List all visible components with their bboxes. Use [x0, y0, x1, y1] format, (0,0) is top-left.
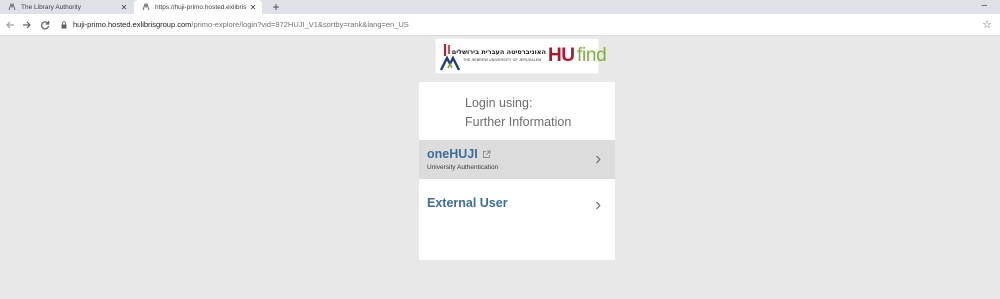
login-heading-line: Login using: — [465, 96, 533, 110]
login-heading: Login using: Further Information — [465, 94, 571, 132]
browser-tab-huji-primo[interactable]: https://huji-primo.hosted.exlibris ✕ — [134, 0, 262, 14]
browser-tab-library-authority[interactable]: The Library Authority ✕ — [0, 0, 133, 14]
lock-icon[interactable] — [60, 21, 68, 29]
login-panel: Login using: Further Information oneHUJI… — [419, 82, 615, 260]
external-link-icon — [482, 150, 491, 158]
hufind-logo: האוניברסיטה העברית בירושלים THE HEBREW U… — [435, 38, 607, 74]
url-host: huji-primo.hosted.exlibrisgroup.com — [73, 20, 192, 29]
onehuji-login-option[interactable]: oneHUJI University Authentication — [419, 140, 615, 179]
option-title: oneHUJI — [427, 147, 491, 161]
arrow-left-icon — [6, 21, 14, 29]
back-button[interactable] — [3, 14, 17, 36]
option-description: University Authentication — [427, 164, 499, 171]
site-favicon-icon — [142, 3, 150, 11]
minimize-window-button[interactable]: – — [981, 0, 987, 14]
forward-button[interactable] — [20, 14, 34, 36]
browser-tab-bar: The Library Authority ✕ https://huji-pri… — [0, 0, 1000, 14]
new-tab-button[interactable]: + — [270, 0, 282, 14]
url-path: /primo-explore/login?vid=972HUJI_V1&sort… — [191, 20, 409, 29]
close-tab-icon[interactable]: ✕ — [248, 3, 258, 12]
chevron-right-icon — [596, 155, 601, 164]
address-bar[interactable]: huji-primo.hosted.exlibrisgroup.com/prim… — [73, 14, 409, 36]
external-user-login-option[interactable]: External User — [419, 183, 615, 222]
option-label: oneHUJI — [427, 147, 478, 161]
site-favicon-icon — [8, 3, 16, 11]
bookmark-star-icon[interactable]: ☆ — [982, 14, 992, 36]
logo-find-text: find — [577, 45, 607, 66]
browser-toolbar: huji-primo.hosted.exlibrisgroup.com/prim… — [0, 14, 1000, 36]
chevron-right-icon — [596, 201, 601, 210]
logo-english-text: THE HEBREW UNIVERSITY OF JERUSALEM — [463, 58, 542, 62]
hebrew-university-emblem-icon — [439, 44, 461, 71]
login-heading-line: Further Information — [465, 115, 572, 129]
logo-hu-text: HU — [548, 45, 575, 66]
reload-button[interactable] — [38, 14, 52, 36]
option-label: External User — [427, 196, 508, 210]
reload-icon — [40, 21, 50, 30]
logo-hebrew-text: האוניברסיטה העברית בירושלים — [451, 48, 546, 56]
arrow-right-icon — [23, 21, 31, 29]
close-tab-icon[interactable]: ✕ — [119, 3, 129, 12]
tab-title: https://huji-primo.hosted.exlibris — [155, 3, 247, 11]
tab-title: The Library Authority — [21, 3, 81, 11]
